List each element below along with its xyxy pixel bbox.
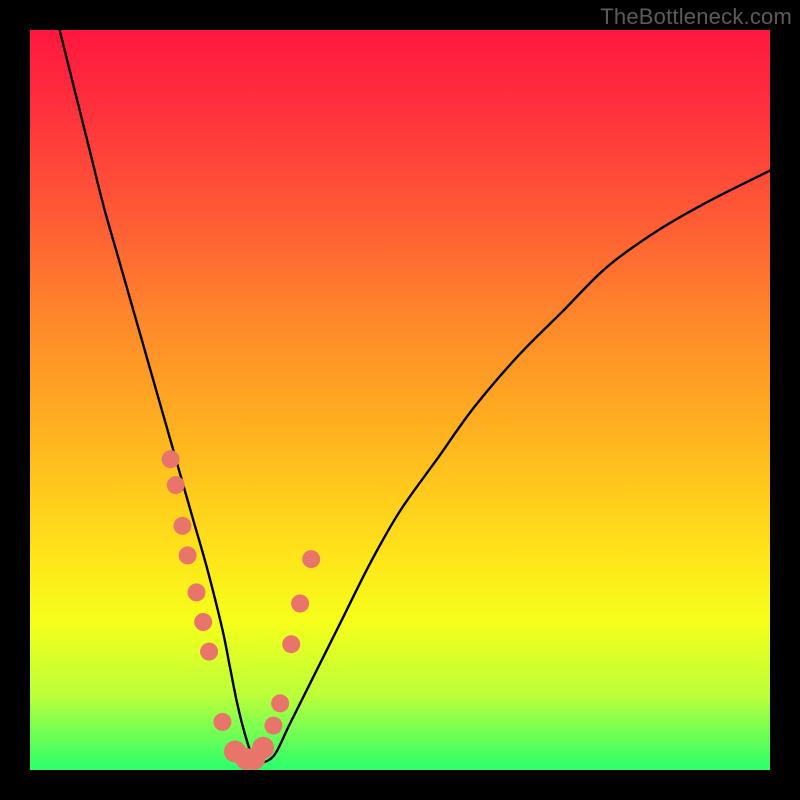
outer-frame: TheBottleneck.com [0,0,800,800]
highlight-dot [291,595,309,613]
highlight-dot [179,546,197,564]
highlight-dot [167,476,185,494]
highlight-dot [302,550,320,568]
highlight-dot [264,717,282,735]
highlight-dot [213,713,231,731]
highlight-dot [188,583,206,601]
highlight-dot [194,613,212,631]
curve-svg [30,30,770,770]
bottleneck-curve [60,30,770,763]
highlight-dot [282,635,300,653]
highlight-dot [173,517,191,535]
watermark-text: TheBottleneck.com [600,4,792,30]
highlight-dot [271,694,289,712]
highlight-dot [200,643,218,661]
highlight-dot [252,737,274,759]
highlight-dot [162,450,180,468]
plot-area [30,30,770,770]
